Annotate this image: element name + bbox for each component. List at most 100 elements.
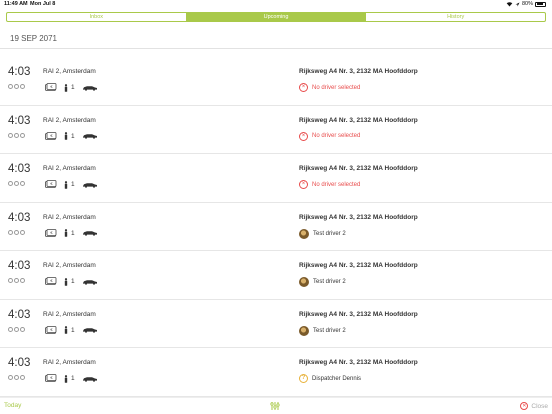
ride-row[interactable]: 4:03 RAI 2, Amsterdam €1 Rijksweg A4 Nr. 3,… xyxy=(0,57,552,106)
ride-row[interactable]: 4:03 RAI 2, Amsterdam €1 Rijksweg A4 Nr. 3,… xyxy=(0,300,552,348)
driver-status: Test driver 2 xyxy=(299,325,346,336)
progress-dots xyxy=(8,181,25,186)
ride-row[interactable]: 4:03 RAI 2, Amsterdam €1 Rijksweg A4 Nr. 3,… xyxy=(0,251,552,300)
car-icon xyxy=(82,279,97,285)
location-arrow-icon xyxy=(515,2,520,6)
ride-destination: Rijksweg A4 Nr. 3, 2132 MA Hoofddorp xyxy=(299,213,418,221)
ride-origin: RAI 2, Amsterdam xyxy=(43,165,96,172)
ride-meta: €1 xyxy=(45,277,98,286)
passenger-icon xyxy=(64,180,68,189)
ride-destination: Rijksweg A4 Nr. 3, 2132 MA Hoofddorp xyxy=(299,359,418,366)
ride-time: 4:03 xyxy=(8,357,31,369)
cash-icon: € xyxy=(45,131,57,140)
ride-meta: €1 xyxy=(45,325,98,335)
progress-dots xyxy=(8,132,25,138)
passenger-count-value: 1 xyxy=(71,84,75,91)
no-driver-icon: × xyxy=(299,180,308,189)
ride-row[interactable]: 4:03 RAI 2, Amsterdam €1 Rijksweg A4 Nr. 3,… xyxy=(0,154,552,203)
battery-icon xyxy=(535,1,546,7)
passenger-count: 1 xyxy=(64,277,75,286)
ride-meta: €1 xyxy=(45,228,98,238)
passenger-icon xyxy=(64,83,68,92)
driver-avatar xyxy=(299,228,309,239)
passenger-count: 1 xyxy=(64,180,75,189)
driver-label: Test driver 2 xyxy=(313,230,346,237)
ride-meta: €1 xyxy=(45,180,98,189)
driver-avatar xyxy=(299,277,309,287)
passenger-count-value: 1 xyxy=(71,278,75,285)
driver-status: × No driver selected xyxy=(299,131,361,141)
passenger-count: 1 xyxy=(64,83,75,92)
driver-label: No driver selected xyxy=(312,181,361,188)
ride-destination: Rijksweg A4 Nr. 3, 2132 MA Hoofddorp xyxy=(299,68,418,75)
tab-history[interactable]: History xyxy=(365,13,545,21)
ride-meta: €1 xyxy=(45,131,98,141)
ride-row[interactable]: 4:03 RAI 2, Amsterdam €1 Rijksweg A4 Nr. 3,… xyxy=(0,106,552,154)
progress-dots xyxy=(8,229,25,235)
cash-icon: € xyxy=(45,277,57,285)
bottom-toolbar: Today ✕ Close xyxy=(0,397,552,414)
driver-status: Test driver 2 xyxy=(299,277,346,287)
driver-label: No driver selected xyxy=(312,133,361,139)
ride-origin: RAI 2, Amsterdam xyxy=(43,359,96,366)
no-driver-icon: × xyxy=(299,131,308,141)
ride-origin: RAI 2, Amsterdam xyxy=(43,213,96,221)
driver-status: Test driver 2 xyxy=(299,228,346,239)
driver-label: Test driver 2 xyxy=(313,279,346,285)
ride-destination: Rijksweg A4 Nr. 3, 2132 MA Hoofddorp xyxy=(299,116,418,124)
cash-icon: € xyxy=(45,180,57,188)
driver-label: No driver selected xyxy=(312,84,361,91)
progress-dots xyxy=(8,326,25,332)
battery-percent: 80% xyxy=(521,1,533,7)
ride-destination: Rijksweg A4 Nr. 3, 2132 MA Hoofddorp xyxy=(299,310,418,318)
question-icon: ? xyxy=(299,374,308,383)
driver-status: ? Dispatcher Dennis xyxy=(299,374,361,383)
cash-icon: € xyxy=(45,228,57,237)
status-bar: 11:49 AM Mon Jul 8 80% xyxy=(0,0,552,9)
ride-time: 4:03 xyxy=(8,66,31,78)
ride-row[interactable]: 4:03 RAI 2, Amsterdam €1 Rijksweg A4 Nr. 3,… xyxy=(0,203,552,251)
passenger-count-value: 1 xyxy=(71,132,75,140)
passenger-icon xyxy=(64,326,68,334)
passenger-count-value: 1 xyxy=(71,326,75,334)
status-date: Mon Jul 8 xyxy=(30,1,56,7)
ride-origin: RAI 2, Amsterdam xyxy=(43,116,96,124)
passenger-count-value: 1 xyxy=(71,229,75,237)
passenger-count-value: 1 xyxy=(71,375,75,382)
ride-time: 4:03 xyxy=(8,260,31,272)
passenger-count: 1 xyxy=(64,374,75,383)
car-icon xyxy=(82,376,97,382)
progress-dots xyxy=(8,375,25,380)
passenger-count-value: 1 xyxy=(71,181,75,188)
passenger-icon xyxy=(64,374,68,383)
car-icon xyxy=(82,134,97,139)
section-date-header: 19 SEP 2071 xyxy=(0,29,552,49)
ride-row[interactable]: 4:03 RAI 2, Amsterdam €1 Rijksweg A4 Nr. 3,… xyxy=(0,348,552,397)
ride-destination: Rijksweg A4 Nr. 3, 2132 MA Hoofddorp xyxy=(299,262,418,269)
ride-time: 4:03 xyxy=(8,114,31,127)
filter-icon[interactable] xyxy=(270,401,280,411)
driver-status: × No driver selected xyxy=(299,83,360,92)
progress-dots xyxy=(8,84,25,89)
passenger-count: 1 xyxy=(64,229,75,237)
cash-icon: € xyxy=(45,374,57,382)
ride-origin: RAI 2, Amsterdam xyxy=(43,68,96,75)
view-segmented-control: Inbox Upcoming History xyxy=(6,12,546,22)
tab-inbox[interactable]: Inbox xyxy=(7,13,186,21)
status-time: 11:49 AM xyxy=(4,1,28,7)
close-button[interactable]: ✕ Close xyxy=(520,402,548,410)
today-button[interactable]: Today xyxy=(4,402,21,409)
status-right: 80% xyxy=(506,1,546,7)
passenger-count: 1 xyxy=(64,132,75,140)
progress-dots xyxy=(8,278,25,283)
tab-upcoming[interactable]: Upcoming xyxy=(185,13,366,21)
wifi-icon xyxy=(506,2,513,7)
passenger-count: 1 xyxy=(64,326,75,334)
ride-origin: RAI 2, Amsterdam xyxy=(43,262,96,269)
ride-time: 4:03 xyxy=(8,308,31,321)
no-driver-icon: × xyxy=(299,83,308,92)
ride-meta: €1 xyxy=(45,374,98,383)
section-date: 19 SEP 2071 xyxy=(10,34,58,43)
passenger-icon xyxy=(64,229,68,237)
car-icon xyxy=(82,231,97,236)
